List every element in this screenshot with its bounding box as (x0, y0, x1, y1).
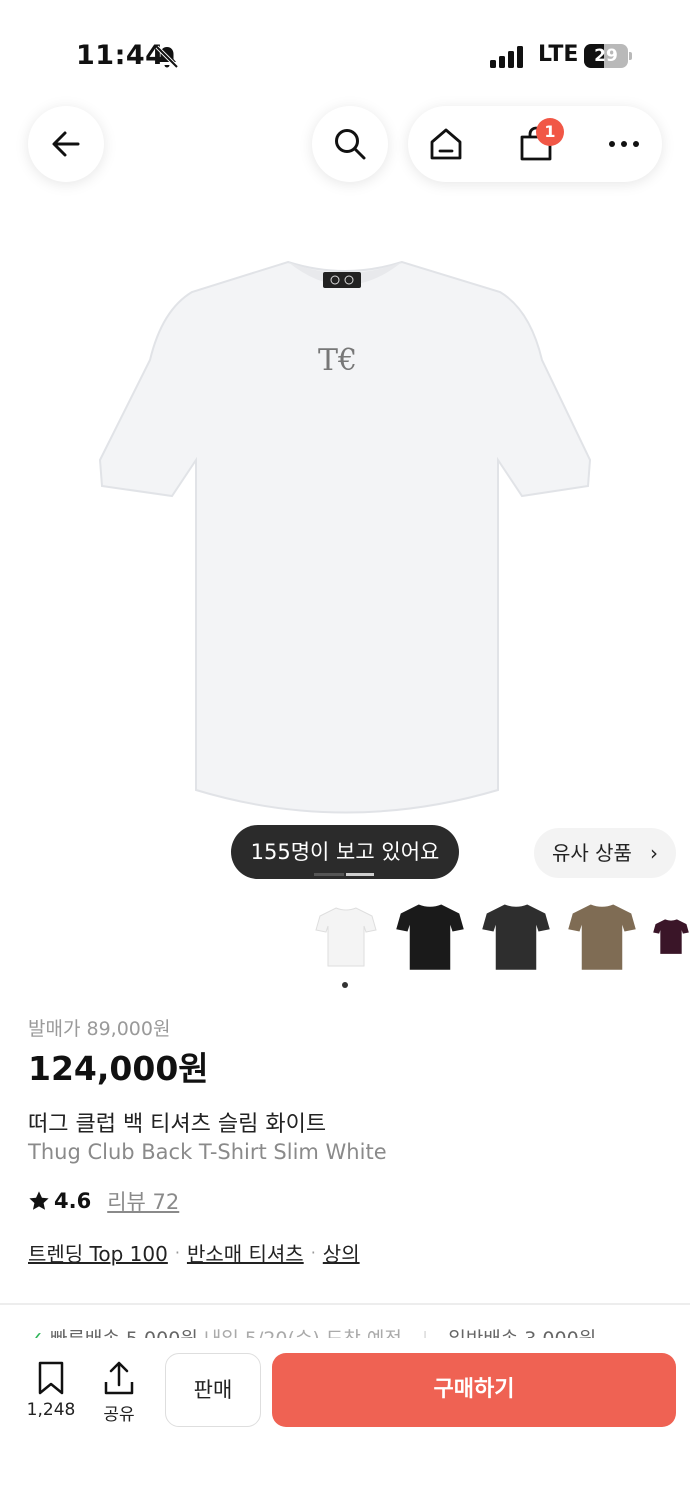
similar-products-button[interactable]: 유사 상품 › (534, 828, 676, 878)
signal-icon (490, 46, 523, 68)
selected-color-indicator (342, 982, 348, 988)
color-option-charcoal[interactable] (480, 900, 552, 972)
home-icon (430, 128, 462, 160)
tag-short-sleeve[interactable]: 반소매 티셔츠 (187, 1238, 304, 1267)
similar-products-label: 유사 상품 (552, 841, 632, 865)
tag-trending[interactable]: 트렌딩 Top 100 (28, 1238, 168, 1267)
battery-icon: 29 (584, 44, 632, 68)
search-button[interactable] (312, 106, 388, 182)
bookmark-icon (38, 1361, 64, 1395)
share-icon (104, 1361, 134, 1395)
viewers-badge: 155명이 보고 있어요 (231, 825, 459, 879)
product-image[interactable]: T€ (80, 250, 610, 830)
bookmark-count: 1,248 (26, 1400, 76, 1420)
tshirt-thumbnail (482, 904, 550, 970)
current-price: 124,000원 (28, 1049, 209, 1088)
category-tags: 트렌딩 Top 100 · 반소매 티셔츠 · 상의 (28, 1238, 360, 1267)
sell-button[interactable]: 판매 (165, 1353, 261, 1427)
status-time: 11:44 (76, 40, 165, 71)
battery-level: 29 (594, 46, 618, 66)
rating-row: 4.6 리뷰 72 (28, 1186, 179, 1216)
tag-tops[interactable]: 상의 (323, 1238, 360, 1267)
arrow-left-icon (52, 131, 80, 157)
product-name-english: Thug Club Back T-Shirt Slim White (28, 1140, 387, 1164)
divider (0, 1303, 690, 1305)
share-button[interactable]: 공유 (84, 1360, 154, 1425)
image-progress-indicator (314, 873, 374, 876)
network-label: LTE (538, 42, 579, 67)
color-option-burgundy[interactable] (652, 900, 690, 972)
search-icon (335, 129, 366, 160)
cart-count-badge: 1 (536, 118, 564, 146)
more-dots-icon (609, 141, 639, 147)
back-button[interactable] (28, 106, 104, 182)
share-label: 공유 (103, 1405, 135, 1425)
bottom-action-bar: 1,248 공유 판매 구매하기 (0, 1338, 690, 1500)
color-option-white[interactable] (310, 900, 382, 972)
status-bar: 11:44 LTE 29 (0, 0, 690, 110)
tshirt-thumbnail (568, 904, 636, 970)
more-button[interactable] (594, 106, 654, 182)
chevron-right-icon: › (650, 841, 658, 865)
product-name-korean: 떠그 클럽 백 티셔츠 슬림 화이트 (28, 1112, 327, 1137)
svg-text:T€: T€ (318, 343, 357, 378)
bookmark-button[interactable]: 1,248 (16, 1360, 86, 1420)
release-price: 발매가 89,000원 (28, 1018, 171, 1040)
tshirt-thumbnail (315, 907, 377, 967)
tshirt-thumbnail (396, 904, 464, 970)
tshirt-thumbnail (653, 919, 689, 954)
reviews-link[interactable]: 리뷰 72 (107, 1186, 179, 1216)
rating-score: 4.6 (54, 1189, 92, 1213)
home-button[interactable] (416, 106, 476, 182)
star-icon (29, 1191, 49, 1210)
color-option-khaki[interactable] (566, 900, 638, 972)
color-option-black[interactable] (394, 900, 466, 972)
nav-action-group (408, 106, 662, 182)
silent-bell-icon (155, 45, 179, 69)
buy-button[interactable]: 구매하기 (272, 1353, 676, 1427)
